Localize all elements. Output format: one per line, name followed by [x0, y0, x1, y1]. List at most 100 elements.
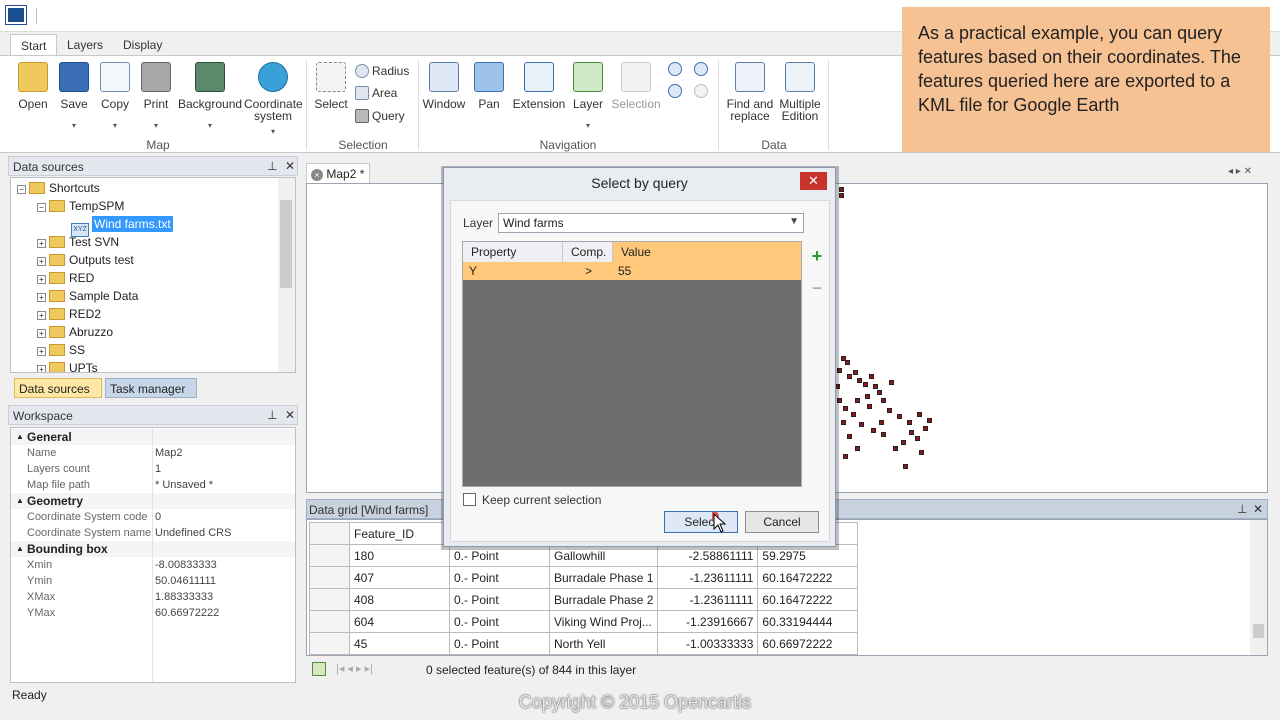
table-row[interactable]: 45 0.- Point North Yell -1.00333333 60.66972… — [309, 632, 859, 655]
expand-icon[interactable]: + — [37, 311, 46, 320]
add-condition-button[interactable]: + — [806, 245, 828, 267]
column-header-value[interactable]: Value — [613, 242, 801, 262]
chevron-down-icon[interactable]: ▾ — [137, 120, 175, 132]
chevron-down-icon[interactable]: ▾ — [178, 120, 242, 132]
chevron-down-icon[interactable]: ▾ — [96, 120, 134, 132]
zoom-layer-button[interactable]: Layer ▾ — [570, 62, 606, 132]
query-comparator[interactable]: > — [585, 262, 592, 280]
zoom-in-icon[interactable] — [668, 62, 682, 76]
background-button[interactable]: Background ▾ — [178, 62, 242, 132]
expand-icon[interactable]: + — [37, 257, 46, 266]
tree-scrollbar[interactable] — [278, 178, 295, 372]
property-row[interactable]: Layers count 1 — [11, 461, 295, 477]
pin-icon[interactable]: ⊥ — [267, 408, 277, 422]
chevron-down-icon[interactable]: ▾ — [55, 120, 93, 132]
property-row[interactable]: Ymin 50.04611111 — [11, 573, 295, 589]
close-icon[interactable]: ✕ — [285, 408, 295, 422]
layer-select[interactable]: Wind farms ▼ — [498, 213, 804, 233]
pin-icon[interactable]: ⊥ — [1237, 502, 1247, 516]
export-icon[interactable] — [312, 662, 326, 676]
tree-node-tempspm[interactable]: − TempSPM — [37, 197, 124, 215]
close-tab-icon[interactable]: × — [311, 169, 323, 181]
tree-node-red2[interactable]: + RED2 — [37, 305, 101, 323]
keep-selection-checkbox[interactable] — [463, 493, 476, 506]
property-row[interactable]: Coordinate System code 0 — [11, 509, 295, 525]
property-row[interactable]: YMax 60.66972222 — [11, 605, 295, 621]
scroll-thumb[interactable] — [1253, 624, 1264, 638]
expand-icon[interactable]: + — [37, 239, 46, 248]
close-icon[interactable]: ✕ — [1253, 502, 1263, 516]
tree-node-upts[interactable]: + UPTs — [37, 359, 98, 372]
tree-node-red[interactable]: + RED — [37, 269, 94, 287]
tab-start[interactable]: Start — [10, 34, 58, 56]
table-row[interactable]: 604 0.- Point Viking Wind Proj... -1.239166… — [309, 610, 859, 633]
property-row[interactable]: Map file path * Unsaved * — [11, 477, 295, 493]
tab-layers[interactable]: Layers — [57, 34, 113, 56]
navigation-arrows-icon[interactable]: |◂ ◂ ▸ ▸| — [336, 662, 373, 675]
tree-node-abruzzo[interactable]: + Abruzzo — [37, 323, 113, 341]
expand-icon[interactable]: + — [37, 329, 46, 338]
coordinate-system-button[interactable]: Coordinate system ▾ — [244, 62, 303, 138]
save-button[interactable]: Save ▾ — [55, 62, 93, 132]
column-header[interactable]: Feature_ID — [349, 522, 450, 545]
find-replace-button[interactable]: Find and replace — [724, 62, 776, 122]
chevron-down-icon[interactable]: ▾ — [244, 126, 302, 138]
open-button[interactable]: Open — [14, 62, 52, 110]
app-icon[interactable] — [6, 6, 26, 24]
remove-condition-button[interactable]: − — [806, 277, 828, 299]
area-button[interactable]: Area — [355, 85, 397, 103]
extension-button[interactable]: Extension — [512, 62, 566, 110]
tab-data-sources[interactable]: Data sources — [14, 378, 102, 398]
table-row[interactable]: 408 0.- Point Burradale Phase 2 -1.23611111… — [309, 588, 859, 611]
query-row[interactable]: Y > 55 — [463, 262, 801, 280]
tab-task-manager[interactable]: Task manager — [105, 378, 197, 398]
tree-node-test-svn[interactable]: + Test SVN — [37, 233, 119, 251]
query-value[interactable]: 55 — [618, 262, 631, 280]
zoom-out-icon[interactable] — [694, 62, 708, 76]
copy-button[interactable]: Copy ▾ — [96, 62, 134, 132]
close-icon[interactable]: ✕ — [285, 159, 295, 173]
category-geometry[interactable]: ▲ Geometry — [11, 493, 295, 509]
property-row[interactable]: Name Map2 — [11, 445, 295, 461]
query-property[interactable]: Y — [469, 262, 477, 280]
column-header-property[interactable]: Property — [463, 242, 563, 262]
tree-node-sample-data[interactable]: + Sample Data — [37, 287, 138, 305]
collapse-triangle-icon[interactable]: ▲ — [16, 493, 24, 509]
category-general[interactable]: ▲ General — [11, 429, 295, 445]
column-header-comp[interactable]: Comp. — [563, 242, 613, 262]
property-row[interactable]: XMax 1.88333333 — [11, 589, 295, 605]
zoom-next-icon[interactable] — [694, 84, 708, 98]
pin-icon[interactable]: ⊥ — [267, 159, 277, 173]
expand-icon[interactable]: + — [37, 275, 46, 284]
pan-button[interactable]: Pan — [472, 62, 506, 110]
expand-icon[interactable]: + — [37, 293, 46, 302]
table-row[interactable]: 407 0.- Point Burradale Phase 1 -1.23611111… — [309, 566, 859, 589]
radius-button[interactable]: Radius — [355, 63, 409, 81]
query-button[interactable]: Query — [355, 108, 405, 126]
query-grid[interactable]: Property Comp. Value Y > 55 — [462, 241, 802, 487]
property-row[interactable]: Xmin -8.00833333 — [11, 557, 295, 573]
tree-node-wind-farms[interactable]: XYZ Wind farms.txt — [71, 215, 173, 237]
expand-icon[interactable]: + — [37, 347, 46, 356]
cancel-button[interactable]: Cancel — [745, 511, 819, 533]
print-button[interactable]: Print ▾ — [137, 62, 175, 132]
tree-node-shortcuts[interactable]: − Shortcuts — [17, 179, 100, 197]
tab-map2[interactable]: × Map2 * — [306, 163, 370, 183]
collapse-icon[interactable]: − — [17, 185, 26, 194]
category-bounding-box[interactable]: ▲ Bounding box — [11, 541, 295, 557]
dialog-close-button[interactable]: ✕ — [800, 172, 827, 190]
collapse-icon[interactable]: − — [37, 203, 46, 212]
tab-nav-icons[interactable]: ◂ ▸ ✕ — [1228, 166, 1252, 177]
zoom-window-button[interactable]: Window — [422, 62, 466, 110]
tree-node-ss[interactable]: + SS — [37, 341, 85, 359]
collapse-triangle-icon[interactable]: ▲ — [16, 541, 24, 557]
collapse-triangle-icon[interactable]: ▲ — [16, 429, 24, 445]
scroll-thumb[interactable] — [280, 200, 292, 288]
data-grid-scrollbar[interactable] — [1250, 520, 1267, 655]
expand-icon[interactable]: + — [37, 365, 46, 372]
tab-display[interactable]: Display — [113, 34, 172, 56]
zoom-selection-button[interactable]: Selection — [610, 62, 662, 110]
chevron-down-icon[interactable]: ▾ — [570, 120, 606, 132]
multiple-edition-button[interactable]: Multiple Edition — [778, 62, 822, 122]
tree-node-outputs-test[interactable]: + Outputs test — [37, 251, 134, 269]
